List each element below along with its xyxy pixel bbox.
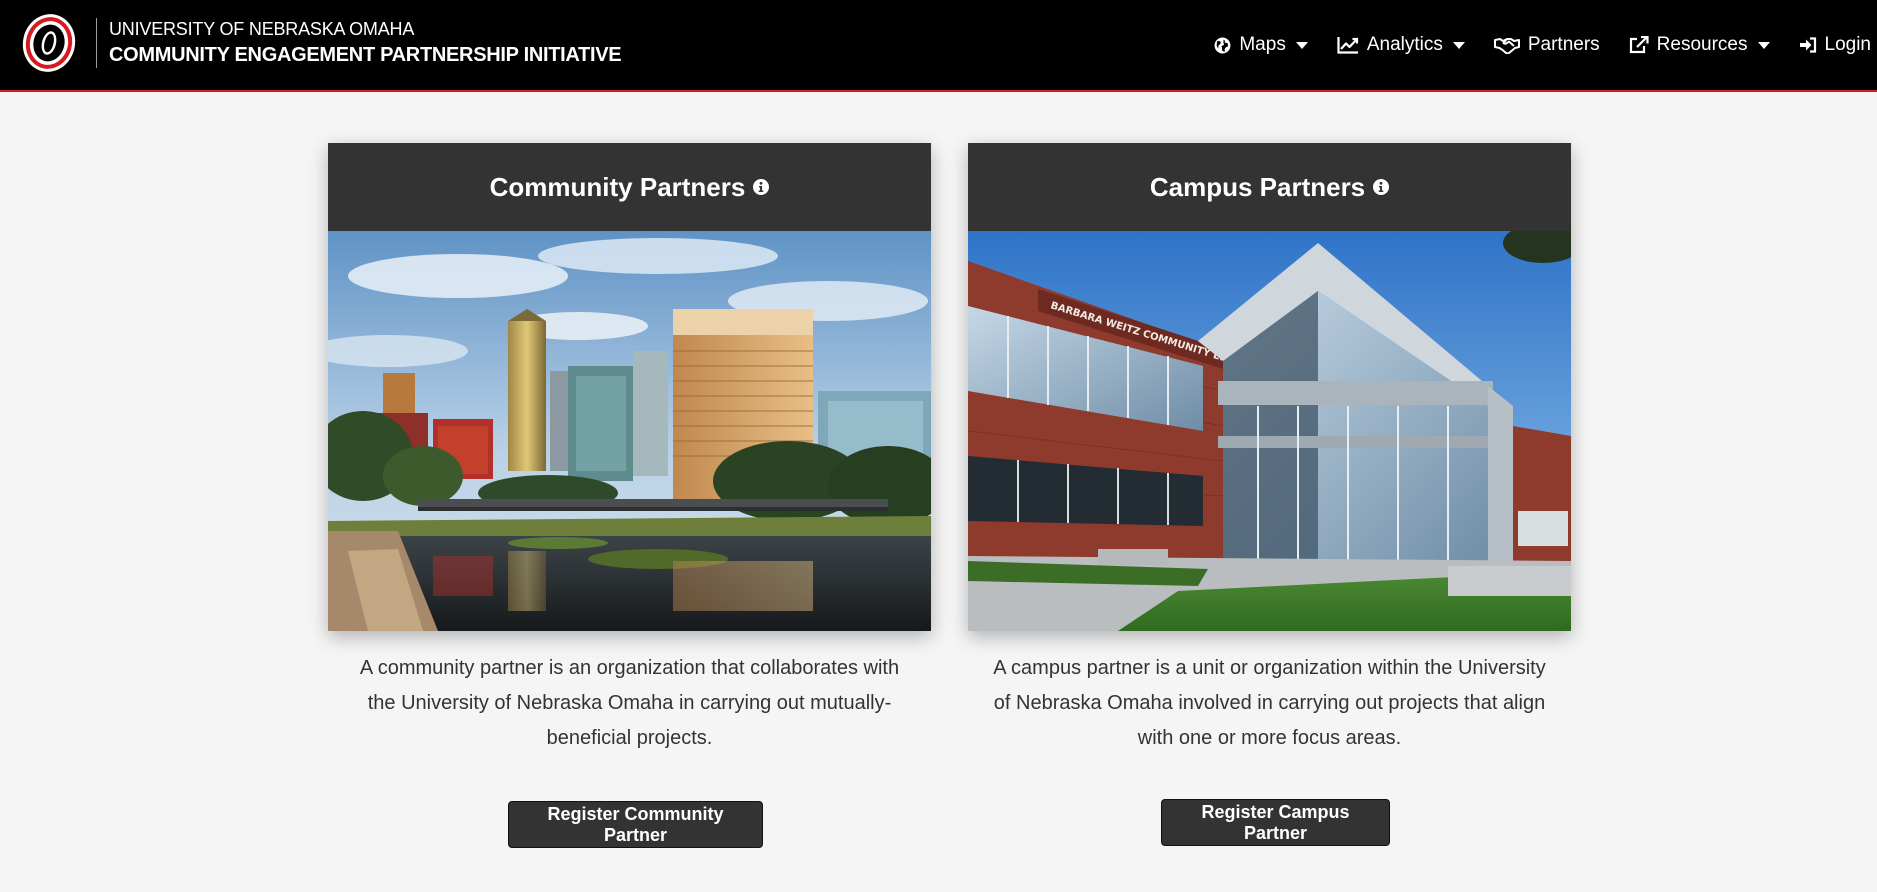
omaha-skyline-image <box>328 231 931 631</box>
nav-login[interactable]: Login <box>1799 34 1872 56</box>
register-community-partner-button[interactable]: Register Community Partner <box>508 801 763 848</box>
nav-login-label: Login <box>1824 34 1872 55</box>
nav-analytics[interactable]: Analytics <box>1337 34 1465 56</box>
engagement-center-image: BARBARA WEITZ COMMUNITY ENGAGEMENT CENTE… <box>968 231 1571 631</box>
info-icon[interactable] <box>1373 179 1390 195</box>
external-link-icon <box>1629 36 1649 54</box>
card-description: A campus partner is a unit or organizati… <box>993 657 1546 749</box>
main-nav: Maps Analytics Partners Resources Login <box>1185 30 1871 60</box>
card-title: Community Partners <box>489 171 746 202</box>
community-partners-panel: Community Partners <box>328 143 931 631</box>
info-icon[interactable] <box>753 179 770 195</box>
chevron-down-icon <box>1295 41 1308 49</box>
chevron-down-icon <box>1757 41 1770 49</box>
uno-logo-icon[interactable] <box>18 12 80 74</box>
brand[interactable]: UNIVERSITY OF NEBRASKA OMAHA COMMUNITY E… <box>18 12 622 74</box>
initiative-name: COMMUNITY ENGAGEMENT PARTNERSHIP INITIAT… <box>109 44 622 66</box>
community-partners-card: Community Partners A community partner i… <box>328 143 931 848</box>
nav-partners[interactable]: Partners <box>1493 34 1600 56</box>
line-chart-icon <box>1337 37 1358 54</box>
nav-maps[interactable]: Maps <box>1214 34 1308 56</box>
brand-divider <box>96 18 97 68</box>
card-header: Campus Partners <box>968 143 1571 231</box>
sign-in-icon <box>1799 37 1816 53</box>
campus-partners-panel: Campus Partners BARBARA WEITZ COMMUNITY … <box>968 143 1571 631</box>
top-navbar: UNIVERSITY OF NEBRASKA OMAHA COMMUNITY E… <box>0 0 1877 92</box>
brand-text[interactable]: UNIVERSITY OF NEBRASKA OMAHA COMMUNITY E… <box>109 18 622 70</box>
nav-resources[interactable]: Resources <box>1629 34 1770 56</box>
register-campus-partner-button[interactable]: Register Campus Partner <box>1161 799 1390 846</box>
nav-maps-label: Maps <box>1239 34 1286 55</box>
nav-partners-label: Partners <box>1527 34 1600 55</box>
card-title: Campus Partners <box>1149 171 1366 202</box>
chevron-down-icon <box>1452 41 1465 49</box>
handshake-icon <box>1493 38 1520 54</box>
campus-partners-card: Campus Partners BARBARA WEITZ COMMUNITY … <box>968 143 1571 846</box>
card-description: A community partner is an organization t… <box>359 657 900 749</box>
nav-analytics-label: Analytics <box>1366 34 1443 55</box>
university-name: UNIVERSITY OF NEBRASKA OMAHA <box>109 19 415 39</box>
nav-resources-label: Resources <box>1656 34 1748 55</box>
card-header: Community Partners <box>328 143 931 231</box>
globe-icon <box>1214 37 1231 53</box>
